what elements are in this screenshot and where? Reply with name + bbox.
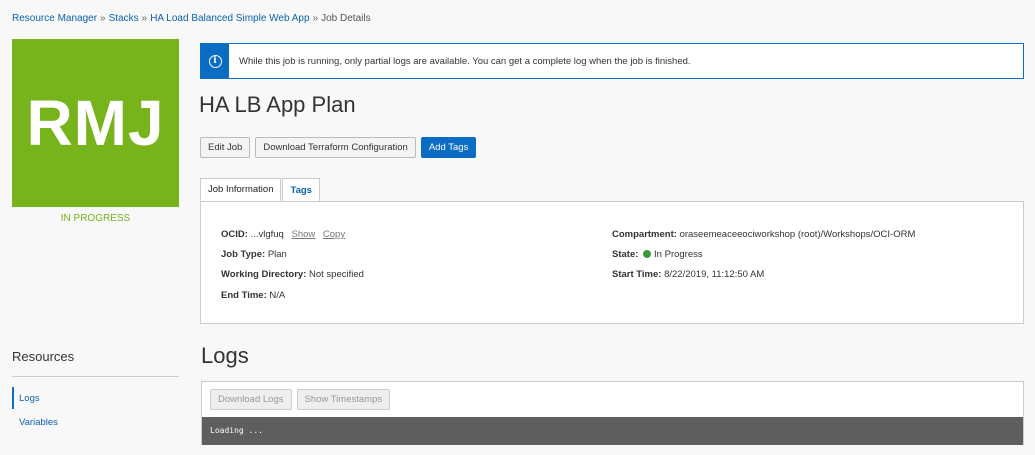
logs-heading: Logs [201,343,249,368]
add-tags-button[interactable]: Add Tags [420,137,477,158]
info-icon: i [208,54,222,68]
start-time-value: 8/22/2019, 11:12:50 AM [664,269,765,280]
logs-panel: Download Logs Show Timestamps Loading ..… [201,381,1024,445]
download-terraform-button[interactable]: Download Terraform Configuration [255,137,416,158]
end-time-value: N/A [269,290,286,301]
state-label: State: [612,249,639,260]
state-status-dot-icon [643,250,652,258]
breadcrumb-separator: » [312,13,319,24]
ocid-field: OCID: ...vlgfuq Show Copy [221,229,345,240]
info-icon-box: i [201,44,229,78]
job-type-field: Job Type: Plan [221,249,287,260]
resources-item-variables[interactable]: Variables [12,417,58,428]
compartment-value: oraseemeaceeociworkshop (root)/Workshops… [679,229,916,240]
resources-item-logs[interactable]: Logs [12,387,40,409]
job-status-label: IN PROGRESS [60,213,131,224]
tab-tags[interactable]: Tags [282,178,320,201]
page-title: HA LB App Plan [199,92,356,117]
info-banner: i While this job is running, only partia… [200,43,1024,79]
resources-divider [12,376,179,377]
breadcrumb-stack[interactable]: HA Load Balanced Simple Web App [150,13,309,24]
banner-message: While this job is running, only partial … [239,55,691,67]
breadcrumb-separator: » [141,13,148,24]
state-field: State: In Progress [612,249,703,260]
tab-job-information[interactable]: Job Information [200,178,282,201]
ocid-copy-link[interactable]: Copy [323,229,345,240]
working-directory-field: Working Directory: Not specified [221,269,364,280]
ocid-show-link[interactable]: Show [291,229,315,240]
compartment-field: Compartment: oraseemeaceeociworkshop (ro… [612,229,915,240]
state-value: In Progress [654,249,703,260]
ocid-value: ...vlgfuq [250,229,284,240]
show-timestamps-button[interactable]: Show Timestamps [296,389,391,410]
start-time-field: Start Time: 8/22/2019, 11:12:50 AM [612,269,764,280]
breadcrumb: Resource Manager» Stacks» HA Load Balanced… [12,13,371,24]
detail-tabs: Job Information Tags [200,178,321,201]
breadcrumb-separator: » [100,13,106,24]
working-directory-value: Not specified [308,269,364,280]
start-time-label: Start Time: [612,269,662,280]
job-type-label: Job Type: [221,249,266,260]
action-bar: Edit Job Download Terraform Configuratio… [200,137,477,158]
end-time-field: End Time: N/A [221,290,285,301]
compartment-label: Compartment: [612,229,677,240]
logs-console: Loading ... [202,417,1023,445]
ocid-label: OCID: [221,229,248,240]
breadcrumb-resource-manager[interactable]: Resource Manager [12,13,97,24]
job-type-value: Plan [267,249,287,260]
working-directory-label: Working Directory: [221,269,307,280]
end-time-label: End Time: [221,290,267,301]
logs-toolbar: Download Logs Show Timestamps [210,389,391,410]
edit-job-button[interactable]: Edit Job [200,137,251,158]
download-logs-button[interactable]: Download Logs [210,389,292,410]
breadcrumb-stacks[interactable]: Stacks [109,13,139,24]
job-information-panel: OCID: ...vlgfuq Show Copy Job Type: Plan… [200,201,1024,324]
breadcrumb-current: Job Details [321,13,371,24]
job-tile: RMJ [12,39,179,207]
resources-heading: Resources [12,349,75,364]
